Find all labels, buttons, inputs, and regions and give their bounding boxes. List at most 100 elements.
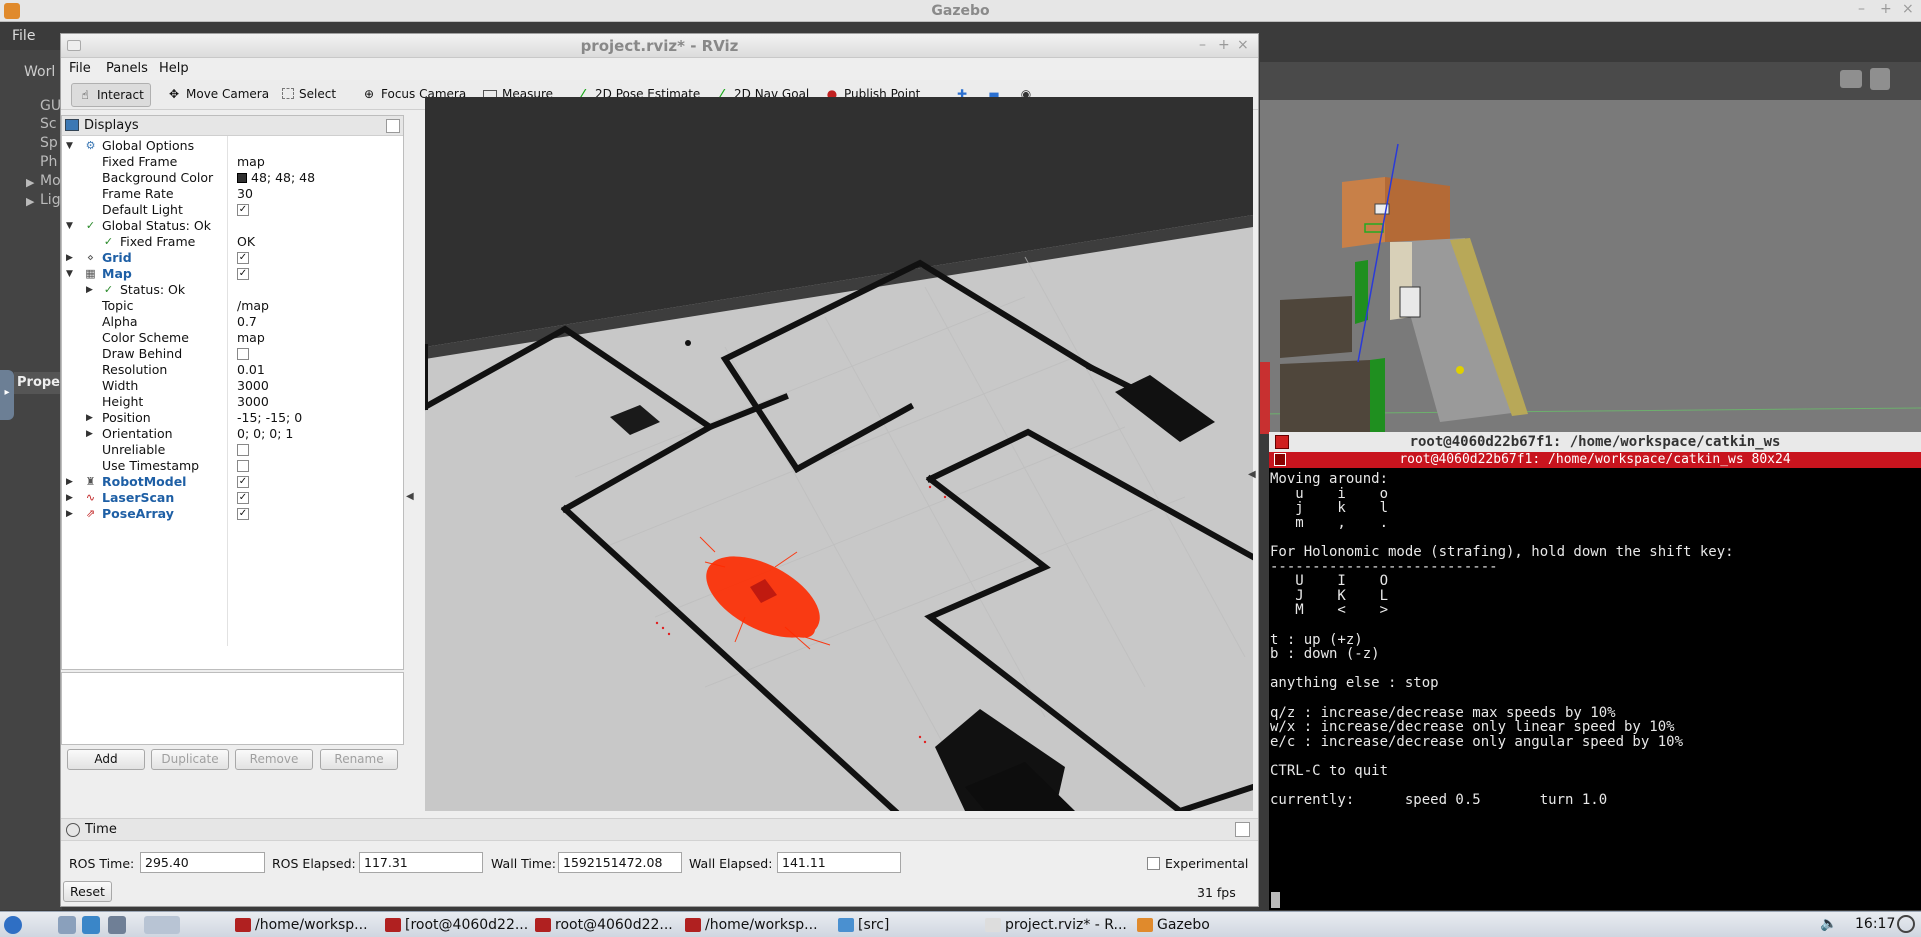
- gz-item-spherical[interactable]: Sp: [40, 135, 58, 151]
- collapse-arrow-icon[interactable]: ▼: [66, 266, 73, 282]
- collapse-arrow-icon[interactable]: ▼: [66, 218, 73, 234]
- record-icon[interactable]: [1870, 68, 1890, 90]
- checkbox[interactable]: ✓: [237, 508, 249, 520]
- tree-row-fixed-frame-status[interactable]: ✓ Fixed Frame OK: [62, 234, 402, 250]
- gz-item-scene[interactable]: Sc: [40, 116, 57, 132]
- task-item[interactable]: /home/worksp...: [233, 914, 368, 936]
- wall-elapsed-field[interactable]: 141.11: [777, 852, 901, 873]
- tree-row-map[interactable]: ▼ ▦ Map ✓: [62, 266, 402, 282]
- tree-row-grid[interactable]: ▶ ⋄ Grid ✓: [62, 250, 402, 266]
- gz-world-tab[interactable]: Worl: [24, 64, 55, 80]
- tree-row-position[interactable]: ▶ Position -15; -15; 0: [62, 410, 402, 426]
- task-item[interactable]: root@4060d22...: [533, 914, 673, 936]
- right-splitter[interactable]: ◀: [1246, 129, 1258, 845]
- ros-elapsed-field[interactable]: 117.31: [359, 852, 483, 873]
- gazebo-menu-file[interactable]: File: [12, 28, 35, 44]
- tree-row-color-scheme[interactable]: Color Scheme map: [62, 330, 402, 346]
- camera-icon[interactable]: [1840, 70, 1862, 88]
- gz-item-lights[interactable]: Lig: [40, 192, 61, 208]
- collapse-arrow-icon[interactable]: ▼: [66, 138, 73, 154]
- tree-row-default-light[interactable]: Default Light ✓: [62, 202, 402, 218]
- start-menu-icon[interactable]: [4, 916, 22, 934]
- checkbox[interactable]: [237, 348, 249, 360]
- minimize-icon[interactable]: –: [1199, 37, 1206, 53]
- power-icon[interactable]: [1897, 915, 1915, 933]
- terminal-output[interactable]: Moving around: u i o j k l m , . For Holo…: [1269, 468, 1921, 808]
- task-item[interactable]: /home/worksp...: [683, 914, 818, 936]
- gz-properties-tab[interactable]: Prope: [14, 372, 64, 394]
- tree-row-topic[interactable]: Topic /map: [62, 298, 402, 314]
- collapse-right-icon[interactable]: ◀: [1248, 469, 1256, 480]
- maximize-icon[interactable]: +: [1880, 1, 1892, 17]
- move-camera-button[interactable]: ✥ Move Camera: [161, 83, 275, 107]
- task-item[interactable]: [root@4060d22...: [383, 914, 528, 936]
- wall-time-field[interactable]: 1592151472.08: [558, 852, 682, 873]
- close-icon[interactable]: ×: [1902, 1, 1914, 17]
- panel-collapse-handle[interactable]: ▸: [0, 370, 14, 420]
- menu-file[interactable]: File: [69, 61, 91, 76]
- tree-row-laser-scan[interactable]: ▶ ∿ LaserScan ✓: [62, 490, 402, 506]
- expand-arrow-icon[interactable]: ▶: [66, 506, 73, 522]
- file-manager-icon[interactable]: [58, 916, 76, 934]
- row-value[interactable]: map: [237, 154, 265, 170]
- checkbox[interactable]: ✓: [237, 252, 249, 264]
- expand-arrow-icon[interactable]: ▶: [66, 490, 73, 506]
- duplicate-button[interactable]: Duplicate: [151, 749, 229, 770]
- volume-icon[interactable]: 🔈: [1820, 916, 1837, 932]
- experimental-checkbox[interactable]: [1147, 857, 1160, 870]
- close-icon[interactable]: ×: [1237, 37, 1249, 53]
- task-item[interactable]: Gazebo: [1135, 914, 1210, 936]
- tree-row-unreliable[interactable]: Unreliable: [62, 442, 402, 458]
- tree-row-height[interactable]: Height 3000: [62, 394, 402, 410]
- tree-row-global-status[interactable]: ▼ ✓ Global Status: Ok: [62, 218, 402, 234]
- minimize-icon[interactable]: –: [1858, 1, 1865, 17]
- checkbox[interactable]: ✓: [237, 492, 249, 504]
- tree-row-alpha[interactable]: Alpha 0.7: [62, 314, 402, 330]
- tree-row-resolution[interactable]: Resolution 0.01: [62, 362, 402, 378]
- tree-row-robot-model[interactable]: ▶ ♜ RobotModel ✓: [62, 474, 402, 490]
- expand-arrow-icon[interactable]: ▶: [86, 410, 93, 426]
- row-value[interactable]: map: [237, 330, 265, 346]
- row-value[interactable]: 48; 48; 48: [237, 170, 315, 186]
- checkbox[interactable]: ✓: [237, 204, 249, 216]
- terminal-window[interactable]: root@4060d22b67f1: /home/workspace/catki…: [1269, 432, 1921, 910]
- maximize-icon[interactable]: +: [1218, 37, 1230, 53]
- menu-help[interactable]: Help: [159, 61, 189, 76]
- row-value[interactable]: /map: [237, 298, 269, 314]
- checkbox[interactable]: [237, 444, 249, 456]
- tree-row-frame-rate[interactable]: Frame Rate 30: [62, 186, 402, 202]
- expand-arrow-icon[interactable]: ▶: [26, 195, 34, 208]
- tree-row-width[interactable]: Width 3000: [62, 378, 402, 394]
- desktop-pager-icon[interactable]: [144, 916, 180, 934]
- interact-tool-button[interactable]: ☝ Interact: [71, 83, 151, 107]
- tree-row-draw-behind[interactable]: Draw Behind: [62, 346, 402, 362]
- tree-row-status[interactable]: ▶ ✓ Status: Ok: [62, 282, 402, 298]
- row-value[interactable]: 30: [237, 186, 253, 202]
- gz-item-gui[interactable]: GU: [40, 98, 61, 114]
- tree-row-pose-array[interactable]: ▶ ⇗ PoseArray ✓: [62, 506, 402, 522]
- task-item[interactable]: project.rviz* - R...: [983, 914, 1127, 936]
- tree-row-orientation[interactable]: ▶ Orientation 0; 0; 0; 1: [62, 426, 402, 442]
- rviz-3d-viewport[interactable]: [425, 97, 1253, 811]
- tree-row-background-color[interactable]: Background Color 48; 48; 48: [62, 170, 402, 186]
- expand-arrow-icon[interactable]: ▶: [86, 282, 93, 298]
- gz-item-models[interactable]: Mo: [40, 173, 61, 189]
- select-tool-button[interactable]: Select: [276, 83, 342, 107]
- terminal-launcher-icon[interactable]: [108, 916, 126, 934]
- tree-row-fixed-frame[interactable]: Fixed Frame map: [62, 154, 402, 170]
- gazebo-3d-scene[interactable]: [1260, 62, 1921, 434]
- add-display-button[interactable]: Add: [67, 749, 145, 770]
- checkbox[interactable]: ✓: [237, 476, 249, 488]
- ros-time-field[interactable]: 295.40: [140, 852, 265, 873]
- checkbox[interactable]: ✓: [237, 268, 249, 280]
- tree-row-global-options[interactable]: ▼ ⚙ Global Options: [62, 138, 402, 154]
- row-value[interactable]: 0.7: [237, 314, 257, 330]
- left-splitter[interactable]: ◀: [404, 129, 415, 845]
- collapse-left-icon[interactable]: ◀: [406, 491, 414, 502]
- expand-arrow-icon[interactable]: ▶: [26, 176, 34, 189]
- checkbox[interactable]: [237, 460, 249, 472]
- task-item[interactable]: [src]: [836, 914, 889, 936]
- gz-item-physics[interactable]: Ph: [40, 154, 57, 170]
- expand-arrow-icon[interactable]: ▶: [66, 474, 73, 490]
- remove-button[interactable]: Remove: [235, 749, 313, 770]
